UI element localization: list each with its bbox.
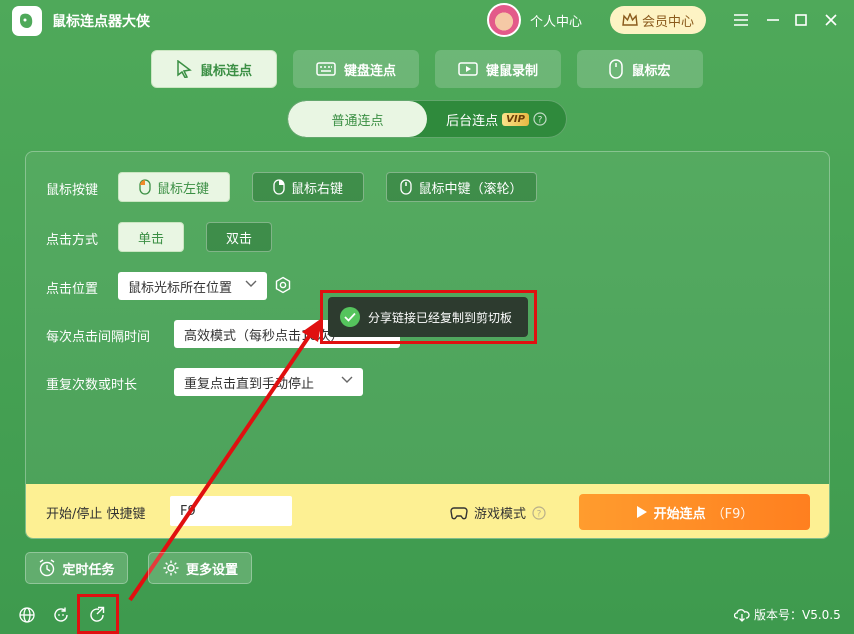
globe-icon xyxy=(19,607,35,623)
version-label: 版本号：V5.0.5 xyxy=(754,608,841,622)
alarm-clock-icon xyxy=(40,559,55,577)
share-icon xyxy=(90,606,105,622)
version-info: 版本号：V5.0.5 xyxy=(734,606,841,623)
timer-task-label: 定时任务 xyxy=(62,562,115,578)
more-settings-button[interactable]: 更多设置 xyxy=(148,552,252,584)
annotation-arrow xyxy=(128,318,322,602)
cloud-download-icon xyxy=(734,608,750,622)
timer-task-button[interactable]: 定时任务 xyxy=(25,552,128,584)
share-button[interactable] xyxy=(86,604,108,626)
globe-button[interactable] xyxy=(16,604,38,626)
more-settings-label: 更多设置 xyxy=(185,562,238,578)
gear-icon xyxy=(163,560,179,576)
feedback-button[interactable] xyxy=(50,604,72,626)
refresh-chat-icon xyxy=(54,607,68,622)
